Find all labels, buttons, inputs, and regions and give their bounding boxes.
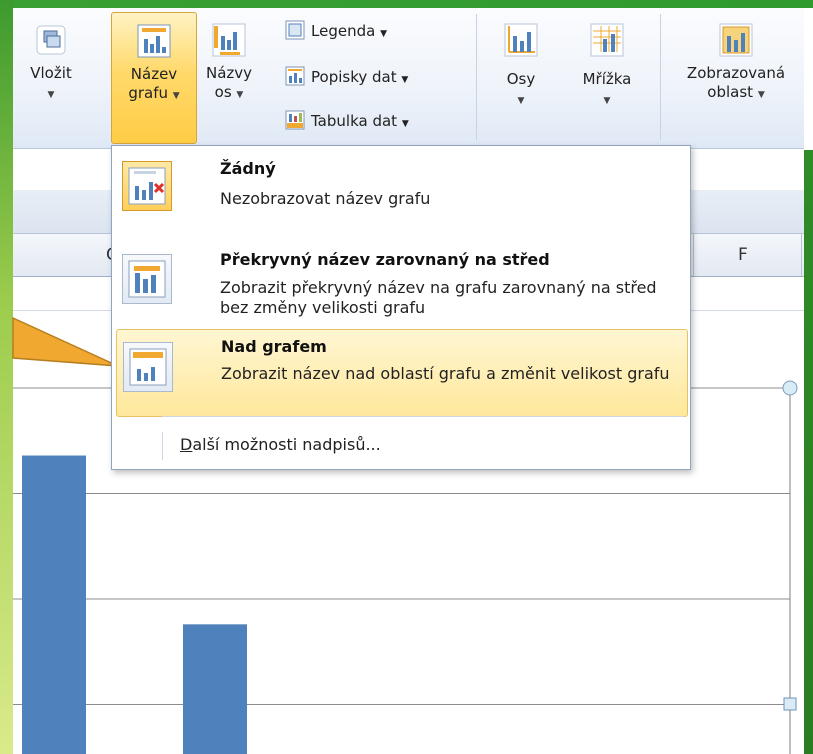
insert-label: Vložit: [30, 64, 72, 82]
menu-vertical-separator: [162, 432, 163, 460]
more-title-options-item[interactable]: Další možnosti nadpisů...: [180, 435, 381, 454]
chart-title-dropdown: Žádný Nezobrazovat název grafu Překryvný…: [111, 145, 691, 470]
chart-title-icon: [137, 24, 171, 58]
slide-left-border: [0, 0, 13, 754]
overlay-title-icon: [122, 254, 172, 304]
chevron-down-icon: ▼: [172, 91, 180, 101]
axes-icon: [504, 23, 538, 57]
chart-bar[interactable]: [183, 624, 247, 754]
resize-handle[interactable]: [783, 697, 797, 711]
chevron-down-icon: ▼: [603, 96, 611, 106]
menu-item-none[interactable]: Žádný Nezobrazovat název grafu: [116, 151, 686, 237]
accelerator-key: D: [180, 435, 193, 454]
menu-item-above-chart[interactable]: Nad grafem Zobrazit název nad oblastí gr…: [116, 329, 688, 417]
legend-icon: [285, 20, 305, 40]
callout-arrow: [12, 316, 119, 367]
ribbon-group-divider: [476, 14, 477, 140]
legend-button[interactable]: Legenda ▼: [285, 18, 387, 44]
menu-item-overlay-centered[interactable]: Překryvný název zarovnaný na střed Zobra…: [116, 244, 686, 328]
data-table-button[interactable]: Tabulka dat ▼: [285, 108, 409, 134]
menu-item-title: Nad grafem: [221, 337, 327, 356]
menu-item-desc: Nezobrazovat název grafu: [220, 189, 431, 208]
axis-titles-label-2: os: [214, 83, 232, 101]
data-table-label: Tabulka dat: [311, 112, 398, 130]
column-header-f[interactable]: F: [738, 245, 748, 265]
chevron-down-icon: ▼: [401, 119, 409, 129]
axes-button[interactable]: Osy ▼: [491, 12, 551, 138]
menu-item-desc: Zobrazit překryvný název na grafu zarovn…: [220, 278, 657, 317]
more-title-options-label: alší možnosti nadpisů...: [192, 435, 381, 454]
plot-area-icon: [719, 23, 753, 57]
plot-area-label-1: Zobrazovaná: [686, 64, 786, 82]
slide-right-border: [804, 150, 813, 754]
chart-bar[interactable]: [22, 455, 86, 754]
insert-button[interactable]: Vložit ▼: [17, 12, 85, 138]
menu-separator: [162, 416, 684, 417]
chevron-down-icon: ▼: [401, 75, 409, 85]
above-chart-icon: [123, 342, 173, 392]
legend-label: Legenda: [311, 22, 376, 40]
chart-title-label-2: grafu: [128, 84, 168, 102]
menu-item-title: Překryvný název zarovnaný na střed: [220, 250, 550, 269]
chart-title-button[interactable]: Název grafu ▼: [111, 12, 197, 144]
gridlines-icon: [590, 23, 624, 57]
ribbon: Vložit ▼ Název grafu ▼ Názvy os ▼ Legend…: [13, 8, 804, 149]
chevron-down-icon: ▼: [380, 29, 387, 39]
chevron-down-icon: ▼: [236, 90, 244, 100]
slide-top-border: [0, 0, 813, 8]
chevron-down-icon: ▼: [517, 96, 525, 106]
chevron-down-icon: ▼: [757, 90, 765, 100]
gridlines-button[interactable]: Mřížka ▼: [567, 12, 647, 138]
menu-item-title: Žádný: [220, 159, 276, 178]
axis-titles-icon: [212, 23, 246, 57]
axis-titles-label-1: Názvy: [205, 64, 253, 82]
plot-area-label-2: oblast: [707, 83, 754, 101]
axes-label: Osy: [506, 70, 536, 88]
insert-shapes-icon: [36, 25, 66, 55]
column-divider: [801, 234, 802, 276]
column-divider: [693, 234, 694, 276]
data-labels-label: Popisky dat: [311, 68, 397, 86]
data-labels-button[interactable]: Popisky dat ▼: [285, 64, 408, 90]
no-title-icon: [122, 161, 172, 211]
menu-item-desc: Zobrazit název nad oblastí grafu a změni…: [221, 364, 670, 383]
data-table-icon: [285, 110, 305, 130]
chart-title-label-1: Název: [130, 65, 178, 83]
axis-titles-button[interactable]: Názvy os ▼: [201, 12, 257, 138]
gridlines-label: Mřížka: [582, 70, 632, 88]
ribbon-group-divider: [660, 14, 661, 140]
plot-area-button[interactable]: Zobrazovaná oblast ▼: [669, 12, 803, 138]
data-labels-icon: [285, 66, 305, 86]
chevron-down-icon: ▼: [47, 90, 55, 100]
rotate-handle[interactable]: [782, 380, 798, 396]
